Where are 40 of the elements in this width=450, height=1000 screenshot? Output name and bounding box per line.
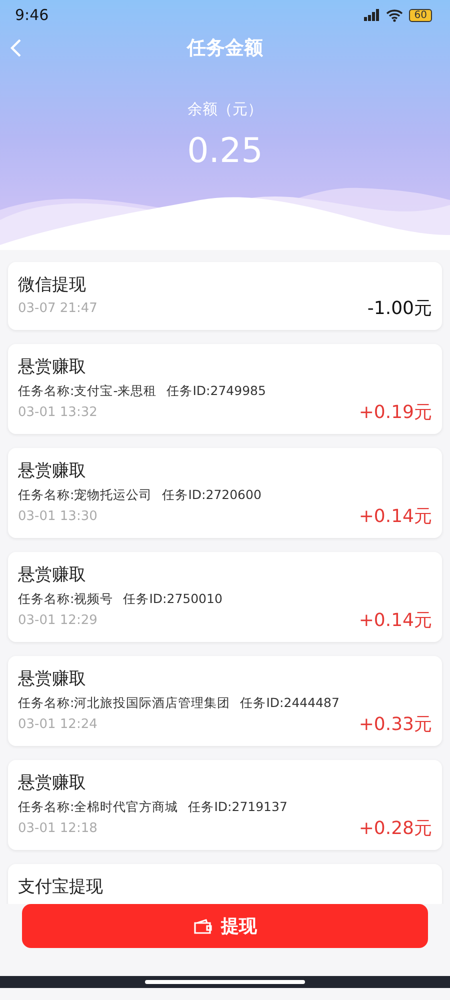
status-time: 9:46 bbox=[15, 6, 49, 24]
task-name: 任务名称:宠物托运公司 bbox=[18, 486, 152, 504]
record-date: 03-01 12:29 bbox=[18, 612, 98, 630]
record-title: 悬赏赚取 bbox=[18, 356, 87, 379]
record-amount: +0.14元 bbox=[358, 609, 432, 632]
record-date: 03-01 12:18 bbox=[18, 820, 98, 838]
record-amount: +0.14元 bbox=[358, 505, 432, 528]
home-indicator[interactable] bbox=[145, 980, 305, 984]
task-id: 任务ID:2750010 bbox=[123, 590, 222, 608]
record-date: 03-01 13:32 bbox=[18, 404, 98, 422]
task-name: 任务名称:视频号 bbox=[18, 590, 114, 608]
record-amount: +0.28元 bbox=[358, 817, 432, 840]
page-title: 任务金额 bbox=[187, 36, 263, 61]
task-id: 任务ID:2719137 bbox=[188, 798, 288, 816]
record-title: 支付宝提现 bbox=[18, 876, 104, 899]
signal-icon bbox=[364, 9, 380, 21]
record-title: 悬赏赚取 bbox=[18, 564, 87, 587]
task-id: 任务ID:2749985 bbox=[166, 382, 266, 400]
withdraw-button[interactable]: 提现 bbox=[22, 904, 428, 948]
task-name: 任务名称:支付宝-来思租 bbox=[18, 382, 157, 400]
record-amount: +0.33元 bbox=[358, 713, 432, 736]
record-amount: -1.00元 bbox=[367, 297, 432, 320]
task-name: 任务名称:河北旅投国际酒店管理集团 bbox=[18, 694, 230, 712]
balance-amount: 0.25 bbox=[186, 131, 264, 171]
balance-label: 余额（元） bbox=[186, 100, 264, 119]
record-date: 03-01 12:24 bbox=[18, 716, 98, 734]
wifi-icon bbox=[386, 8, 404, 22]
wallet-icon bbox=[193, 918, 213, 934]
task-id: 任务ID:2720600 bbox=[162, 486, 262, 504]
record-date: 03-07 21:47 bbox=[18, 300, 98, 318]
record-date: 03-01 13:30 bbox=[18, 508, 98, 526]
record-title: 悬赏赚取 bbox=[18, 460, 87, 483]
record-amount: +0.19元 bbox=[358, 401, 432, 424]
task-name: 任务名称:全棉时代官方商城 bbox=[18, 798, 178, 816]
record-title: 悬赏赚取 bbox=[18, 772, 87, 795]
back-icon[interactable] bbox=[10, 39, 22, 57]
task-id: 任务ID:2444487 bbox=[240, 694, 340, 712]
battery-level: 60 bbox=[409, 8, 432, 22]
record-title: 悬赏赚取 bbox=[18, 668, 87, 691]
record-title: 微信提现 bbox=[18, 274, 87, 297]
